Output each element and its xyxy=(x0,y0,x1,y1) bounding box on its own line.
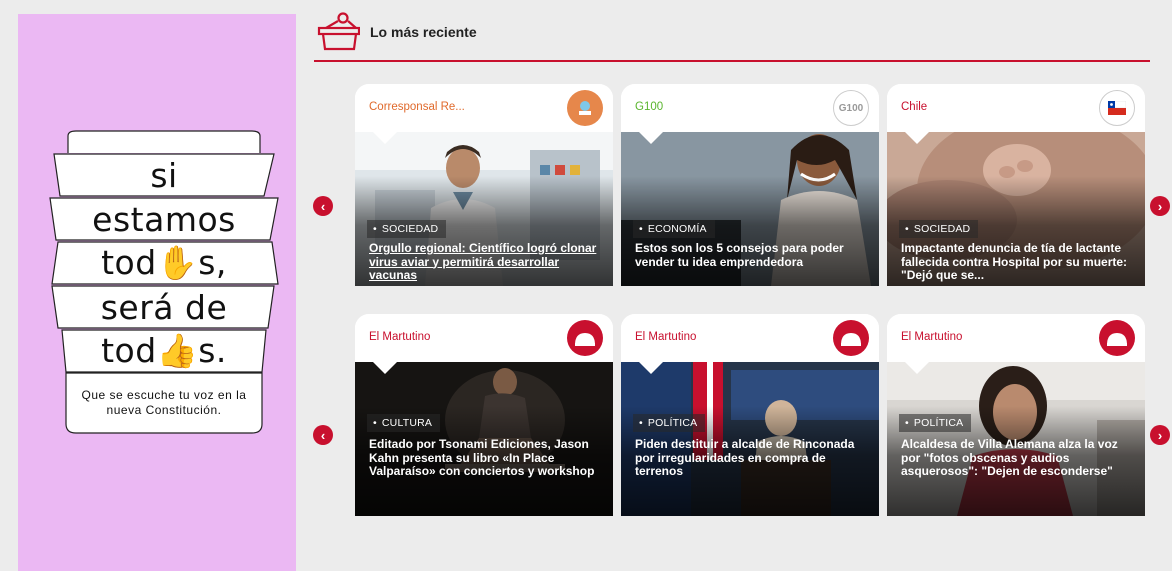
news-card[interactable]: El Martutino CULTURA Editado por Tsonami… xyxy=(355,314,613,516)
campaign-banner[interactable]: si estamos tod✋s, será de tod👍s. Que se … xyxy=(18,14,296,571)
category-tag[interactable]: ECONOMÍA xyxy=(633,220,715,238)
news-card[interactable]: El Martutino POLÍTICA Alcaldesa de Villa… xyxy=(887,314,1145,516)
category-tag[interactable]: CULTURA xyxy=(367,414,441,432)
source-name[interactable]: El Martutino xyxy=(369,331,430,343)
chevron-left-icon: ‹ xyxy=(320,427,326,443)
banner-paper: si estamos tod✋s, será de tod👍s. Que se … xyxy=(48,130,280,434)
category-tag[interactable]: POLÍTICA xyxy=(633,414,706,432)
source-name[interactable]: El Martutino xyxy=(635,331,696,343)
category-tag[interactable]: SOCIEDAD xyxy=(899,220,979,238)
el-martutino-logo-icon xyxy=(1099,320,1135,356)
source-name[interactable]: El Martutino xyxy=(901,331,962,343)
section-title: Lo más reciente xyxy=(370,24,477,40)
banner-line-1: si xyxy=(48,152,280,198)
banner-line-5-text: tod👍s. xyxy=(101,331,227,370)
news-card[interactable]: El Martutino POLÍTICA Piden destituir a … xyxy=(621,314,879,516)
card-notch xyxy=(903,360,931,374)
headline-link[interactable]: Alcaldesa de Villa Alemana alza la voz p… xyxy=(901,437,1135,479)
card-header: El Martutino xyxy=(355,314,613,362)
news-card[interactable]: Chile SOCIEDAD Impactante denuncia de tí… xyxy=(887,84,1145,286)
chile-flag-icon xyxy=(1099,90,1135,126)
card-notch xyxy=(371,130,399,144)
card-header: Corresponsal Re... xyxy=(355,84,613,132)
banner-line-2: estamos xyxy=(48,196,280,242)
banner-line-4-text: será de xyxy=(100,287,228,327)
banner-line-5: tod👍s. xyxy=(48,328,280,374)
banner-line-3: tod✋s, xyxy=(48,240,280,286)
row-1-prev-arrow[interactable]: ‹ xyxy=(313,196,333,216)
row-2-next-arrow[interactable]: › xyxy=(1150,425,1170,445)
banner-line-4: será de xyxy=(48,284,280,330)
category-tag[interactable]: POLÍTICA xyxy=(899,414,972,432)
news-card[interactable]: Corresponsal Re... SOCIEDAD Orgullo regi… xyxy=(355,84,613,286)
row-2-prev-arrow[interactable]: ‹ xyxy=(313,425,333,445)
category-tag[interactable]: SOCIEDAD xyxy=(367,220,447,238)
card-notch xyxy=(903,130,931,144)
banner-note-box: Que se escuche tu voz en la nueva Consti… xyxy=(48,372,280,434)
card-header: El Martutino xyxy=(621,314,879,362)
el-martutino-logo-icon xyxy=(567,320,603,356)
banner-line-1-text: si xyxy=(150,155,178,195)
card-header: El Martutino xyxy=(887,314,1145,362)
card-header: G100 G100 xyxy=(621,84,879,132)
headline-link[interactable]: Piden destituir a alcalde de Rinconada p… xyxy=(635,437,869,479)
headline-link[interactable]: Estos son los 5 consejos para poder vend… xyxy=(635,241,869,269)
source-name[interactable]: G100 xyxy=(635,101,663,113)
source-name[interactable]: Corresponsal Re... xyxy=(369,101,465,113)
news-card[interactable]: G100 G100 ECONOMÍA Estos son los 5 conse… xyxy=(621,84,879,286)
el-martutino-logo-icon xyxy=(833,320,869,356)
banner-paper-top xyxy=(48,130,280,154)
banner-line-2-text: estamos xyxy=(92,199,236,239)
headline-link[interactable]: Orgullo regional: Científico logró clona… xyxy=(369,241,603,283)
headline-link[interactable]: Editado por Tsonami Ediciones, Jason Kah… xyxy=(369,437,603,479)
chevron-right-icon: › xyxy=(1157,198,1163,214)
card-notch xyxy=(637,360,665,374)
chevron-left-icon: ‹ xyxy=(320,198,326,214)
g100-logo-text: G100 xyxy=(838,102,864,114)
basket-icon xyxy=(317,12,360,51)
card-header: Chile xyxy=(887,84,1145,132)
source-name[interactable]: Chile xyxy=(901,101,927,113)
chevron-right-icon: › xyxy=(1157,427,1163,443)
section-header: Lo más reciente xyxy=(314,12,1150,62)
card-notch xyxy=(637,130,665,144)
headline-link[interactable]: Impactante denuncia de tía de lactante f… xyxy=(901,241,1135,283)
banner-note: Que se escuche tu voz en la nueva Consti… xyxy=(81,388,247,417)
card-notch xyxy=(371,360,399,374)
corresponsal-logo-icon xyxy=(567,90,603,126)
banner-line-3-text: tod✋s, xyxy=(101,243,227,282)
g100-logo-icon: G100 xyxy=(833,90,869,126)
row-1-next-arrow[interactable]: › xyxy=(1150,196,1170,216)
